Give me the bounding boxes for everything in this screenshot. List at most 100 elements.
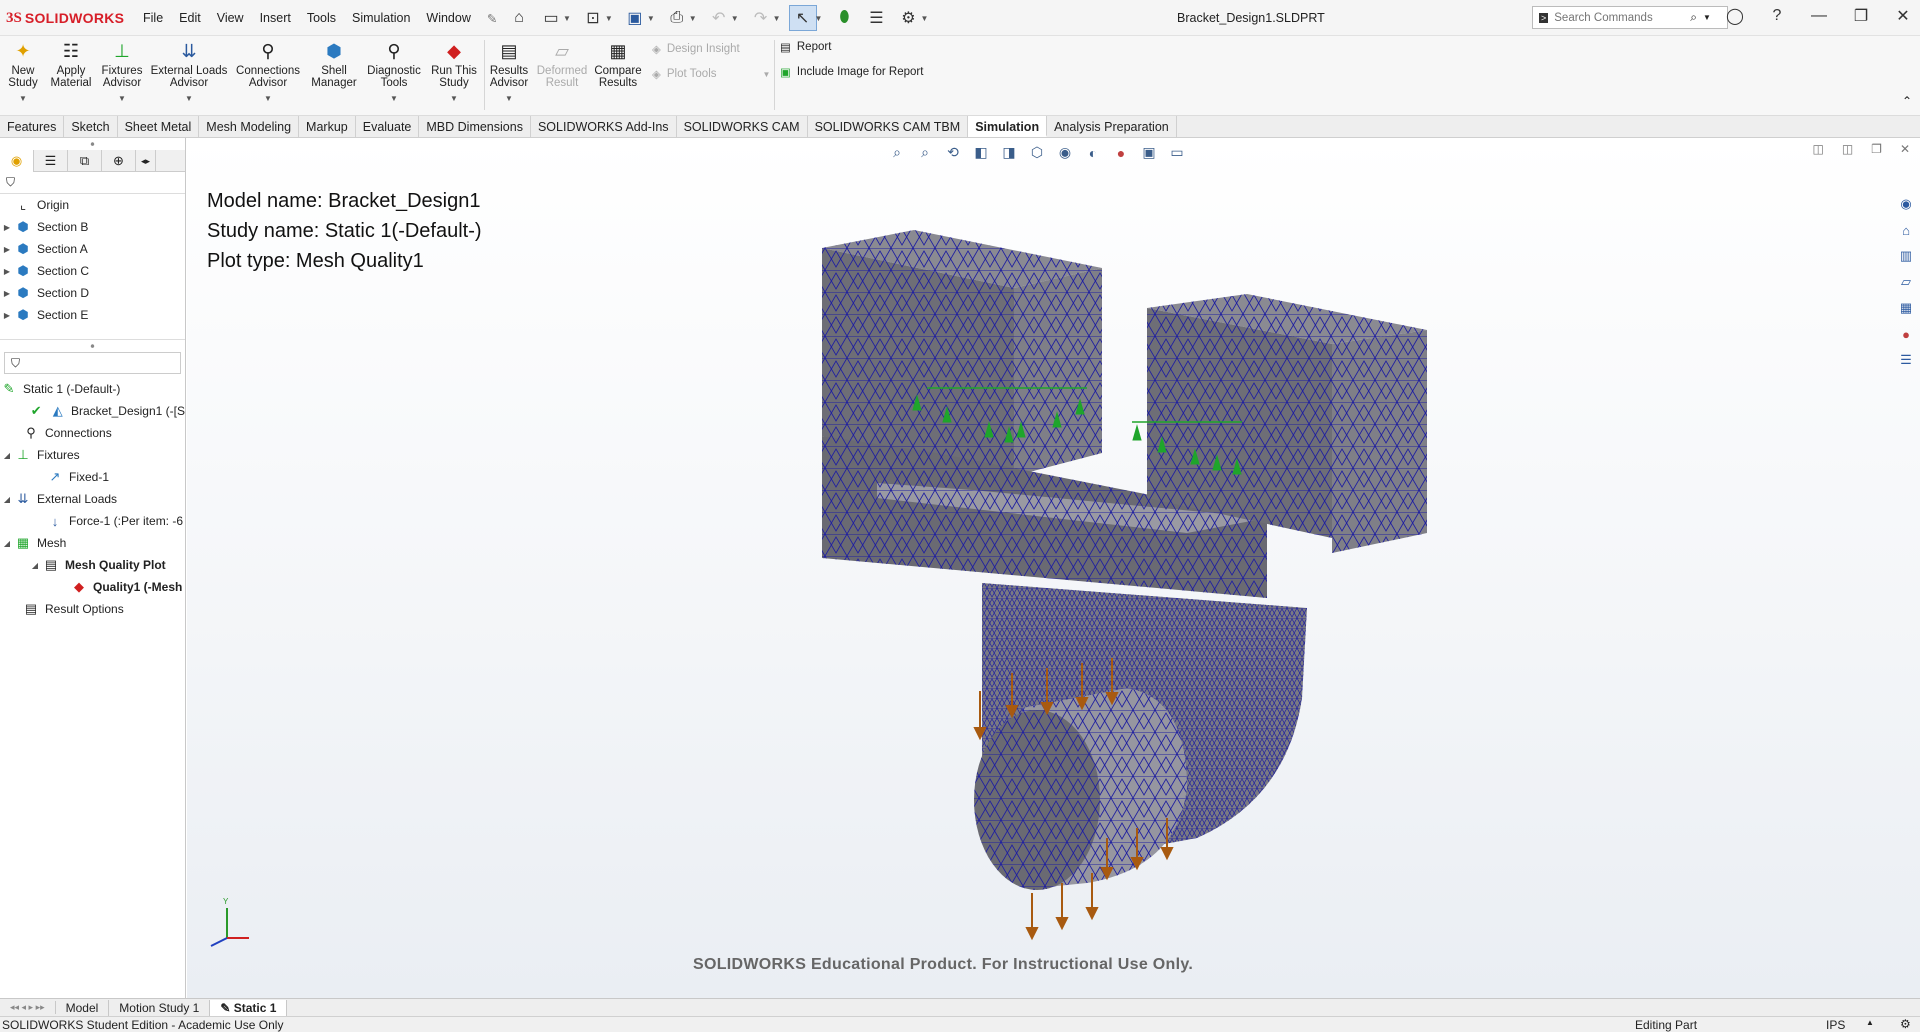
plot-tools-button[interactable]: ◈ Plot Tools ▼ (652, 67, 770, 81)
configuration-manager-tab-icon[interactable]: ⧉ (68, 150, 102, 172)
compare-results-button[interactable]: ▦ Compare Results (594, 40, 642, 89)
restore-icon[interactable]: ❐ (1850, 6, 1872, 26)
select-dropdown-icon[interactable]: ▼ (815, 14, 823, 23)
menu-tools[interactable]: Tools (299, 8, 344, 29)
tab-solidworks-add-ins[interactable]: SOLIDWORKS Add-Ins (531, 116, 677, 137)
traffic-light-icon[interactable]: ⬮ (830, 5, 858, 31)
connections-dropdown-icon[interactable]: ▼ (264, 93, 272, 105)
tree-item-mesh-quality-plot[interactable]: ◢ ▤ Mesh Quality Plot (0, 554, 185, 576)
diagnostic-dropdown-icon[interactable]: ▼ (390, 93, 398, 105)
options-dropdown-icon[interactable]: ▼ (920, 14, 928, 23)
collapse-icon[interactable]: ◢ (0, 539, 14, 548)
tree-item-static-study[interactable]: ✎ Static 1 (-Default-) (0, 378, 185, 400)
print-icon[interactable]: ⎙ (663, 5, 691, 31)
pin-icon[interactable]: ✎ (479, 8, 505, 29)
tab-nav-first-icon[interactable]: ◂◂ ◂ ▸ ▸▸ (0, 1001, 56, 1014)
tab-features[interactable]: Features (0, 116, 65, 137)
search-input[interactable] (1554, 11, 1685, 24)
select-arrow-icon[interactable]: ↖ (788, 5, 817, 31)
user-account-icon[interactable]: ◯ (1724, 6, 1746, 26)
tab-mbd-dimensions[interactable]: MBD Dimensions (419, 116, 531, 137)
tree-item-origin[interactable]: ⌞ Origin (0, 194, 185, 216)
study-tree-filter[interactable]: ⛉ (4, 352, 181, 374)
apply-material-button[interactable]: ☷ Apply Material (50, 40, 92, 89)
new-study-dropdown-icon[interactable]: ▼ (19, 93, 27, 105)
search-dropdown-icon[interactable]: ▼ (1703, 13, 1711, 22)
results-advisor-dropdown-icon[interactable]: ▼ (505, 93, 513, 105)
save-icon[interactable]: ▣ (621, 5, 649, 31)
tree-item-section-d[interactable]: ▶ ⬢ Section D (0, 282, 185, 304)
unit-system-selector[interactable]: IPS (1826, 1018, 1845, 1032)
print-dropdown-icon[interactable]: ▼ (689, 14, 697, 23)
design-insight-button[interactable]: ◈ Design Insight (652, 42, 740, 56)
menu-insert[interactable]: Insert (252, 8, 299, 29)
tab-sketch[interactable]: Sketch (64, 116, 118, 137)
tree-item-connections[interactable]: ⚲ Connections (0, 422, 185, 444)
dimxpert-tab-icon[interactable]: ⊕ (102, 150, 136, 172)
tree-item-section-c[interactable]: ▶ ⬢ Section C (0, 260, 185, 282)
tree-item-fixed[interactable]: ↗ Fixed-1 (0, 466, 185, 488)
units-dropdown-icon[interactable]: ▲ (1866, 1018, 1874, 1027)
tree-item-quality[interactable]: ◆ Quality1 (-Mesh (0, 576, 185, 598)
tree-item-mesh[interactable]: ◢ ▦ Mesh (0, 532, 185, 554)
tab-solidworks-cam-tbm[interactable]: SOLIDWORKS CAM TBM (808, 116, 969, 137)
expand-icon[interactable]: ▶ (0, 311, 14, 320)
menu-edit[interactable]: Edit (171, 8, 209, 29)
connections-advisor-button[interactable]: ⚲ Connections Advisor ▼ (233, 40, 303, 105)
feature-manager-tab-icon[interactable]: ◉ (0, 150, 34, 172)
property-manager-tab-icon[interactable]: ☰ (34, 150, 68, 172)
design-library-icon[interactable]: ▥ (1895, 245, 1917, 267)
menu-file[interactable]: File (135, 8, 171, 29)
expand-icon[interactable]: ▶ (0, 223, 14, 232)
collapse-icon[interactable]: ◢ (0, 451, 14, 460)
file-explorer-icon[interactable]: ▱ (1895, 271, 1917, 293)
open-dropdown-icon[interactable]: ▼ (605, 14, 613, 23)
collapse-ribbon-icon[interactable]: ⌃ (1902, 94, 1912, 108)
diagnostic-tools-button[interactable]: ⚲ Diagnostic Tools ▼ (364, 40, 424, 105)
menu-window[interactable]: Window (418, 8, 478, 29)
search-icon[interactable]: ⌕ (1690, 10, 1697, 25)
shell-manager-button[interactable]: ⬢ Shell Manager (308, 40, 360, 89)
home-icon[interactable]: ⌂ (505, 5, 533, 31)
plot-tools-dropdown-icon[interactable]: ▼ (763, 70, 771, 79)
undo-dropdown-icon[interactable]: ▼ (731, 14, 739, 23)
redo-dropdown-icon[interactable]: ▼ (773, 14, 781, 23)
run-study-dropdown-icon[interactable]: ▼ (450, 93, 458, 105)
tree-item-fixtures[interactable]: ◢ ⊥ Fixtures (0, 444, 185, 466)
tree-item-section-b[interactable]: ▶ ⬢ Section B (0, 216, 185, 238)
filter-icon[interactable]: ⛉ (11, 356, 20, 371)
view-palette-icon[interactable]: ▦ (1895, 297, 1917, 319)
tab-model[interactable]: Model (56, 999, 110, 1016)
menu-simulation[interactable]: Simulation (344, 8, 418, 29)
tab-markup[interactable]: Markup (299, 116, 356, 137)
tree-item-external-loads[interactable]: ◢ ⇊ External Loads (0, 488, 185, 510)
expand-icon[interactable]: ▶ (0, 289, 14, 298)
expand-icon[interactable]: ▶ (0, 245, 14, 254)
home-pane-icon[interactable]: ⌂ (1895, 219, 1917, 241)
tab-motion-study[interactable]: Motion Study 1 (109, 999, 211, 1016)
tree-item-result-options[interactable]: ▤ Result Options (0, 598, 185, 620)
collapse-icon[interactable]: ◢ (28, 561, 42, 570)
redo-icon[interactable]: ↷ (747, 5, 775, 31)
filter-icon[interactable]: ⛉ (6, 175, 15, 190)
external-loads-dropdown-icon[interactable]: ▼ (185, 93, 193, 105)
custom-properties-icon[interactable]: ☰ (1895, 349, 1917, 371)
save-dropdown-icon[interactable]: ▼ (647, 14, 655, 23)
results-advisor-button[interactable]: ▤ Results Advisor ▼ (486, 40, 532, 105)
graphics-area[interactable]: ⌕ ⌕ ⟲ ◧ ◨ ⬡ ◉ ◐ ● ▣ ▭ ◫ ◫ ❐ ✕ Model name… (187, 138, 1920, 998)
deformed-result-button[interactable]: ▱ Deformed Result (536, 40, 588, 89)
collapse-icon[interactable]: ◢ (0, 495, 14, 504)
open-icon[interactable]: ⊡ (579, 5, 607, 31)
tab-evaluate[interactable]: Evaluate (356, 116, 420, 137)
tab-simulation[interactable]: Simulation (968, 116, 1048, 137)
help-icon[interactable]: ? (1766, 7, 1788, 25)
menu-view[interactable]: View (209, 8, 252, 29)
tab-sheet-metal[interactable]: Sheet Metal (118, 116, 200, 137)
run-study-button[interactable]: ◆ Run This Study ▼ (428, 40, 480, 105)
file-properties-icon[interactable]: ☰ (862, 5, 890, 31)
tree-item-part[interactable]: ✔ ◭ Bracket_Design1 (-[S (0, 400, 185, 422)
tree-item-section-a[interactable]: ▶ ⬢ Section A (0, 238, 185, 260)
tree-item-section-e[interactable]: ▶ ⬢ Section E (0, 304, 185, 326)
close-icon[interactable]: ✕ (1892, 6, 1914, 26)
new-dropdown-icon[interactable]: ▼ (563, 14, 571, 23)
